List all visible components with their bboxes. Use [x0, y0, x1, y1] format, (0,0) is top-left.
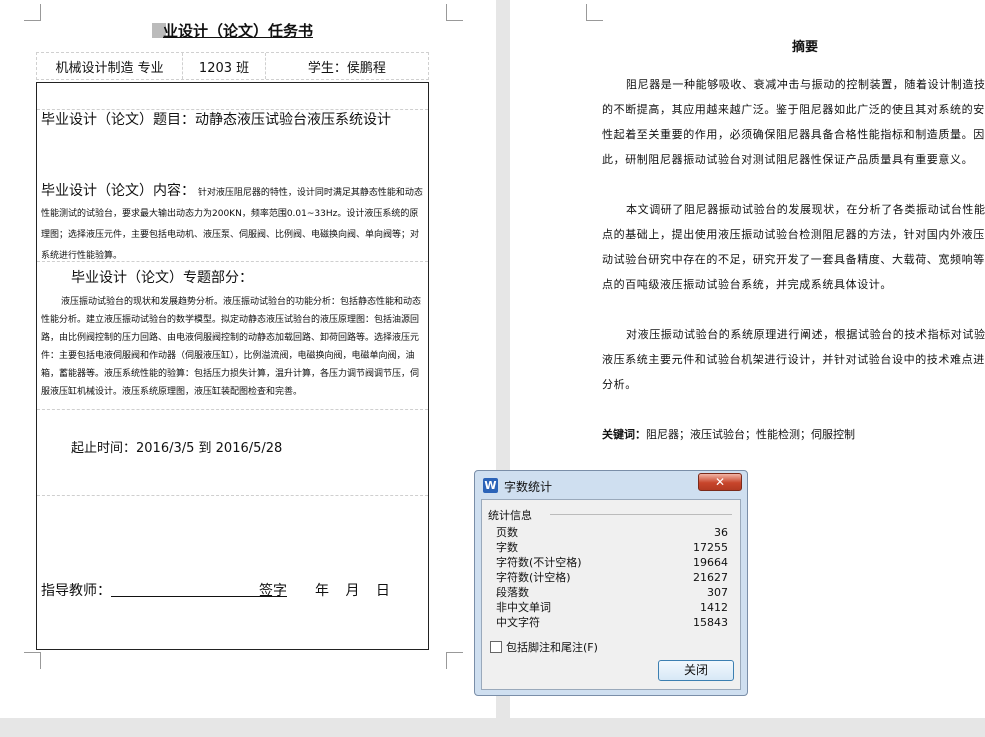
period-value: 2016/3/5 到 2016/5/28	[136, 441, 283, 456]
stat-value: 21627	[693, 571, 728, 584]
period-line: 起止时间：2016/3/5 到 2016/5/28	[71, 437, 282, 456]
divider	[37, 409, 428, 410]
crop-mark	[446, 652, 463, 669]
close-button[interactable]: 关闭	[658, 660, 734, 681]
dialog-titlebar[interactable]: W 字数统计 ✕	[475, 471, 747, 499]
major-cell: 机械设计制造 专业	[37, 53, 184, 79]
group-divider	[550, 514, 732, 515]
stat-label: 段落数	[496, 586, 529, 599]
close-button-label: 关闭	[683, 663, 708, 677]
abstract-paragraph: 本文调研了阻尼器振动试验台的发展现状，在分析了各类振动试台性能特点的基础上，提出…	[602, 203, 985, 291]
dialog-title: 字数统计	[504, 480, 553, 494]
task-table: 毕业设计（论文）题目：动静态液压试验台液压系统设计 毕业设计（论文）内容： 针对…	[36, 82, 429, 650]
abstract-paragraph: 对液压振动试验台的系统原理进行阐述，根据试验台的技术指标对试验台 液压系统主要元…	[602, 328, 985, 391]
divider	[37, 495, 428, 496]
group-label: 统计信息	[488, 509, 532, 522]
keywords-line: 关键词：阻尼器；液压试验台；性能检测；伺服控制	[602, 426, 855, 442]
dialog-body: 统计信息 页数 36 字数 17255 字符数(不计空格) 19664 字符数(计空格…	[481, 499, 741, 690]
stat-label: 字符数(不计空格)	[496, 556, 582, 569]
content-section: 毕业设计（论文）内容： 针对液压阻尼器的特性，设计同时满足其静态性能和动态性能测…	[41, 181, 424, 267]
wps-writer-icon: W	[483, 478, 498, 493]
crop-mark	[24, 4, 41, 21]
stat-label: 中文字符	[496, 616, 540, 629]
abstract-title: 摘要	[791, 40, 818, 55]
sign-label: 签字	[259, 583, 287, 599]
stat-row: 段落数 307	[496, 585, 728, 600]
close-icon[interactable]: ✕	[698, 473, 742, 491]
period-label: 起止时间：	[71, 441, 137, 456]
footnote-checkbox[interactable]	[490, 641, 502, 653]
stat-label: 字数	[496, 541, 518, 554]
document-page-task: 业设计（论文）任务书 机械设计制造 专业 1203 班 学生：侯鹏程 毕业设计（…	[0, 0, 496, 718]
topic-line: 毕业设计（论文）题目：动静态液压试验台液压系统设计	[41, 109, 391, 129]
stat-row: 字符数(计空格) 21627	[496, 570, 728, 585]
topic-value: 动静态液压试验台液压系统设计	[195, 112, 391, 128]
stat-row: 字符数(不计空格) 19664	[496, 555, 728, 570]
student-info-row: 机械设计制造 专业 1203 班 学生：侯鹏程	[36, 52, 429, 80]
date-label: 年 月 日	[315, 583, 390, 599]
abstract-paragraph: 阻尼器是一种能够吸收、衰减冲击与振动的控制装置，随着设计制造技术的不断提高，其应…	[602, 78, 985, 166]
document-title: 业设计（论文）任务书	[36, 20, 429, 41]
footnote-checkbox-label[interactable]: 包括脚注和尾注(F)	[506, 639, 598, 655]
keywords-label: 关键词：	[602, 428, 646, 441]
stat-value: 307	[707, 586, 728, 599]
stat-value: 15843	[693, 616, 728, 629]
teacher-line: 指导教师： 签字 年 月 日	[41, 580, 390, 600]
word-count-dialog: W 字数统计 ✕ 统计信息 页数 36 字数 17255 字符数(不计空格) 1966…	[474, 470, 748, 696]
stat-row: 非中文单词 1412	[496, 600, 728, 615]
document-title-text: 业设计（论文）任务书	[162, 22, 313, 40]
stats-list: 页数 36 字数 17255 字符数(不计空格) 19664 字符数(计空格) 2162…	[496, 525, 728, 630]
topic-label: 毕业设计（论文）题目：	[41, 112, 195, 128]
content-label: 毕业设计（论文）内容：	[41, 183, 195, 199]
keywords-value: 阻尼器；液压试验台；性能检测；伺服控制	[646, 428, 855, 441]
stat-row: 中文字符 15843	[496, 615, 728, 630]
stat-value: 19664	[693, 556, 728, 569]
teacher-blank	[111, 596, 259, 597]
stat-label: 页数	[496, 526, 518, 539]
stat-row: 页数 36	[496, 525, 728, 540]
stat-label: 字符数(计空格)	[496, 571, 571, 584]
stat-value: 1412	[700, 601, 728, 614]
crop-mark	[586, 4, 603, 21]
footnote-checkbox-row[interactable]: 包括脚注和尾注(F)	[490, 639, 598, 655]
special-label: 毕业设计（论文）专题部分：	[71, 270, 253, 286]
stat-row: 字数 17255	[496, 540, 728, 555]
teacher-label: 指导教师：	[41, 583, 111, 599]
student-cell: 学生：侯鹏程	[307, 60, 386, 76]
crop-mark	[24, 652, 41, 669]
stat-label: 非中文单词	[496, 601, 551, 614]
class-cell: 1203 班	[183, 53, 266, 79]
stat-value: 36	[714, 526, 728, 539]
crop-mark	[446, 4, 463, 21]
stat-value: 17255	[693, 541, 728, 554]
special-text: 液压振动试验台的现状和发展趋势分析。液压振动试验台的功能分析：包括静态性能和动态…	[41, 297, 422, 397]
